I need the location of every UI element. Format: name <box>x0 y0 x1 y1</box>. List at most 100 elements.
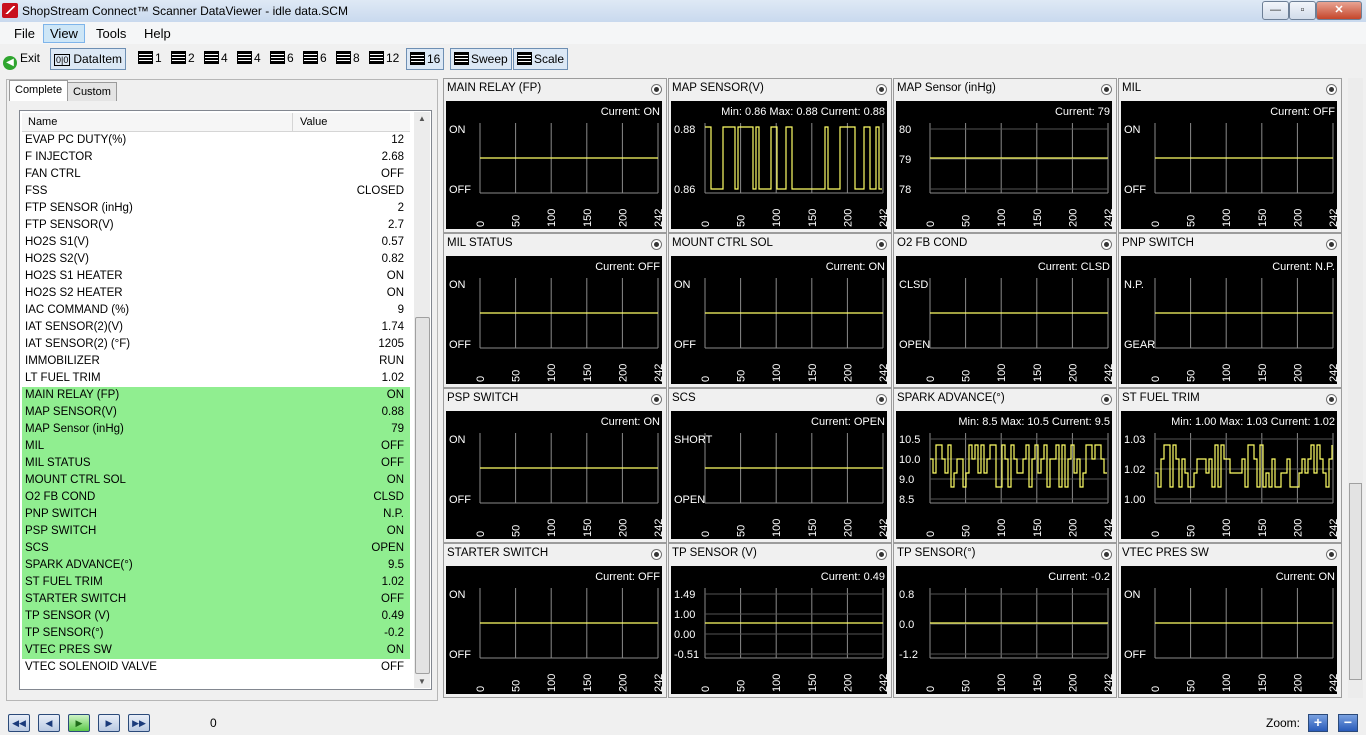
scroll-up-icon[interactable]: ▲ <box>418 114 426 123</box>
list-item[interactable]: HO2S S1(V) 0.57 <box>22 234 410 251</box>
graph-panel[interactable]: TP SENSOR(°) Current: -0.2 0 50 100 150 200 242… <box>893 543 1117 698</box>
list-item[interactable]: MOUNT CTRL SOL ON <box>22 472 410 489</box>
graph-panel[interactable]: SPARK ADVANCE(°) Min: 8.5 Max: 10.5 Curre… <box>893 388 1117 543</box>
graph-panel[interactable]: PSP SWITCH Current: ON 0 50 100 150 200 242 ON OF… <box>443 388 667 543</box>
list-item[interactable]: PNP SWITCH N.P. <box>22 506 410 523</box>
dataitem-button[interactable]: 0|0 DataItem <box>50 48 127 70</box>
list-item[interactable]: ST FUEL TRIM 1.02 <box>22 574 410 591</box>
graph-select-radio-icon[interactable] <box>876 394 887 405</box>
graph-panel[interactable]: TP SENSOR (V) Current: 0.49 0 50 100 150 200 24… <box>668 543 892 698</box>
scroll-thumb[interactable] <box>415 317 430 674</box>
tab-complete[interactable]: Complete <box>9 80 69 101</box>
tab-custom[interactable]: Custom <box>67 82 117 101</box>
scroll-down-icon[interactable]: ▼ <box>418 677 426 686</box>
list-item[interactable]: MIL OFF <box>22 438 410 455</box>
zoom-out-button[interactable]: − <box>1338 714 1358 732</box>
graph-select-radio-icon[interactable] <box>651 239 662 250</box>
graph-select-radio-icon[interactable] <box>651 84 662 95</box>
graph-select-radio-icon[interactable] <box>1101 84 1112 95</box>
list-item[interactable]: FTP SENSOR(V) 2.7 <box>22 217 410 234</box>
graph-select-radio-icon[interactable] <box>1326 239 1337 250</box>
graph-panel[interactable]: MIL Current: OFF 0 50 100 150 200 242 ON OFF <box>1118 78 1342 233</box>
list-scrollbar[interactable]: ▲ ▼ <box>414 112 430 688</box>
exit-button[interactable]: ◀ Exit <box>3 48 40 70</box>
graph-select-radio-icon[interactable] <box>1326 549 1337 560</box>
list-item[interactable]: IAC COMMAND (%) 9 <box>22 302 410 319</box>
graph-select-radio-icon[interactable] <box>1101 394 1112 405</box>
list-item[interactable]: SPARK ADVANCE(°) 9.5 <box>22 557 410 574</box>
graph-select-radio-icon[interactable] <box>651 394 662 405</box>
zoom-in-button[interactable]: + <box>1308 714 1328 732</box>
menu-view[interactable]: View <box>43 24 85 43</box>
graph-panel[interactable]: MAP SENSOR(V) Min: 0.86 Max: 0.88 Current… <box>668 78 892 233</box>
graph-select-radio-icon[interactable] <box>1326 84 1337 95</box>
layout-12-button[interactable]: 12 <box>369 48 399 68</box>
prev-frame-button[interactable]: ◀ <box>38 714 60 732</box>
list-item[interactable]: O2 FB COND CLSD <box>22 489 410 506</box>
list-item[interactable]: TP SENSOR(°) -0.2 <box>22 625 410 642</box>
scale-button[interactable]: Scale <box>513 48 569 70</box>
list-item[interactable]: MIL STATUS OFF <box>22 455 410 472</box>
data-list[interactable]: Name Value EVAP PC DUTY(%) 12 F INJECTOR 2.… <box>19 110 432 690</box>
layout-8-button[interactable]: 8 <box>336 48 360 68</box>
layout-4b-button[interactable]: 4 <box>237 48 261 68</box>
graph-select-radio-icon[interactable] <box>1101 239 1112 250</box>
graph-panel[interactable]: O2 FB COND Current: CLSD 0 50 100 150 200 242 CL… <box>893 233 1117 388</box>
list-item[interactable]: VTEC SOLENOID VALVE OFF <box>22 659 410 676</box>
graph-panel[interactable]: MOUNT CTRL SOL Current: ON 0 50 100 150 200 242… <box>668 233 892 388</box>
graph-panel[interactable]: ST FUEL TRIM Min: 1.00 Max: 1.03 Current:… <box>1118 388 1342 543</box>
layout-16-button[interactable]: 16 <box>406 48 445 70</box>
list-item[interactable]: MAP SENSOR(V) 0.88 <box>22 404 410 421</box>
layout-1-button[interactable]: 1 <box>138 48 162 68</box>
layout-4-button[interactable]: 4 <box>204 48 228 68</box>
list-item[interactable]: HO2S S2 HEATER ON <box>22 285 410 302</box>
graph-panel[interactable]: VTEC PRES SW Current: ON 0 50 100 150 200 242 ON… <box>1118 543 1342 698</box>
list-item[interactable]: IAT SENSOR(2)(V) 1.74 <box>22 319 410 336</box>
list-item[interactable]: STARTER SWITCH OFF <box>22 591 410 608</box>
graph-select-radio-icon[interactable] <box>1101 549 1112 560</box>
list-item[interactable]: IMMOBILIZER RUN <box>22 353 410 370</box>
maximize-button[interactable]: ▫ <box>1289 1 1316 20</box>
list-item[interactable]: FTP SENSOR (inHg) 2 <box>22 200 410 217</box>
close-button[interactable]: ✕ <box>1316 1 1362 20</box>
graph-select-radio-icon[interactable] <box>876 84 887 95</box>
layout-2-button[interactable]: 2 <box>171 48 195 68</box>
graph-panel[interactable]: MAIN RELAY (FP) Current: ON 0 50 100 150 200 24… <box>443 78 667 233</box>
graph-select-radio-icon[interactable] <box>1326 394 1337 405</box>
graph-scroll-thumb[interactable] <box>1349 483 1362 680</box>
list-item[interactable]: PSP SWITCH ON <box>22 523 410 540</box>
graph-select-radio-icon[interactable] <box>651 549 662 560</box>
column-name-header[interactable]: Name <box>28 116 57 128</box>
list-item[interactable]: F INJECTOR 2.68 <box>22 149 410 166</box>
list-item[interactable]: HO2S S1 HEATER ON <box>22 268 410 285</box>
last-frame-button[interactable]: ▶▶ <box>128 714 150 732</box>
list-item[interactable]: MAP Sensor (inHg) 79 <box>22 421 410 438</box>
list-item[interactable]: SCS OPEN <box>22 540 410 557</box>
column-value-header[interactable]: Value <box>300 116 327 128</box>
list-item[interactable]: EVAP PC DUTY(%) 12 <box>22 132 410 149</box>
layout-6b-button[interactable]: 6 <box>303 48 327 68</box>
sweep-button[interactable]: Sweep <box>450 48 512 70</box>
graph-select-radio-icon[interactable] <box>876 549 887 560</box>
graph-panel[interactable]: PNP SWITCH Current: N.P. 0 50 100 150 200 242 N.… <box>1118 233 1342 388</box>
list-item[interactable]: IAT SENSOR(2) (°F) 1205 <box>22 336 410 353</box>
list-item[interactable]: HO2S S2(V) 0.82 <box>22 251 410 268</box>
menu-tools[interactable]: Tools <box>90 25 132 42</box>
list-item[interactable]: TP SENSOR (V) 0.49 <box>22 608 410 625</box>
layout-6-button[interactable]: 6 <box>270 48 294 68</box>
graph-panel[interactable]: MAP Sensor (inHg) Current: 79 0 50 100 150 200… <box>893 78 1117 233</box>
graph-panel[interactable]: STARTER SWITCH Current: OFF 0 50 100 150 200 24… <box>443 543 667 698</box>
list-item[interactable]: LT FUEL TRIM 1.02 <box>22 370 410 387</box>
graph-scrollbar[interactable] <box>1348 78 1363 698</box>
graph-panel[interactable]: SCS Current: OPEN 0 50 100 150 200 242 SHORT OPEN <box>668 388 892 543</box>
list-item[interactable]: FSS CLOSED <box>22 183 410 200</box>
list-item[interactable]: FAN CTRL OFF <box>22 166 410 183</box>
list-item[interactable]: MAIN RELAY (FP) ON <box>22 387 410 404</box>
menu-help[interactable]: Help <box>138 25 177 42</box>
minimize-button[interactable]: — <box>1262 1 1289 20</box>
play-button[interactable]: ▶ <box>68 714 90 732</box>
next-frame-button[interactable]: ▶ <box>98 714 120 732</box>
first-frame-button[interactable]: ◀◀ <box>8 714 30 732</box>
list-item[interactable]: VTEC PRES SW ON <box>22 642 410 659</box>
graph-select-radio-icon[interactable] <box>876 239 887 250</box>
